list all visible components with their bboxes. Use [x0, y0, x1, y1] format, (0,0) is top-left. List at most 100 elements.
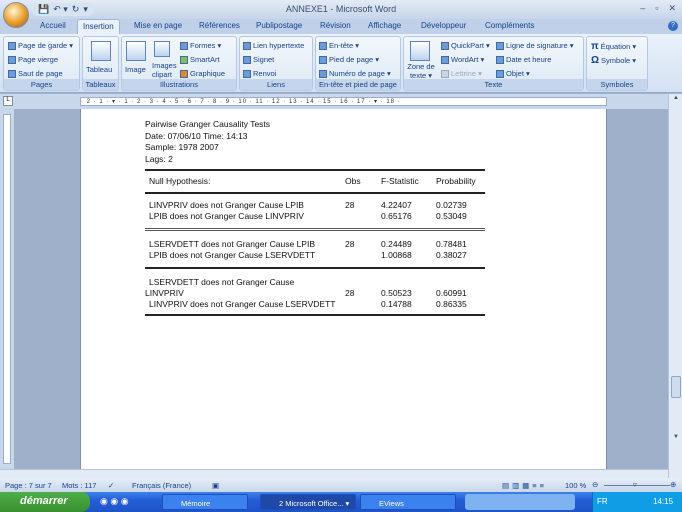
taskbar-word[interactable]: 2 Microsoft Office... ▾	[260, 494, 356, 510]
group-label: Pages	[4, 79, 79, 90]
graphique-button[interactable]: Graphique	[180, 69, 225, 78]
cell-hypothesis: LSERVDETT does not Granger Cause LPIB	[149, 239, 315, 249]
zoom-in-icon[interactable]: ⊕	[670, 480, 676, 489]
group-pages: Page de garde ▾ Page vierge Saut de page…	[3, 36, 80, 91]
signet-button[interactable]: Signet	[243, 55, 274, 64]
media-toolbar[interactable]	[465, 494, 575, 510]
symbole-button[interactable]: Ω Symbole ▾	[591, 55, 636, 66]
cell-probability: 0.53049	[436, 211, 467, 221]
wordart-button[interactable]: WordArt ▾	[441, 55, 484, 64]
cell-hypothesis: LSERVDETT does not Granger Cause	[149, 277, 295, 287]
equation-button[interactable]: π Équation ▾	[591, 41, 636, 52]
table-divider	[145, 228, 485, 231]
page-count[interactable]: Page : 7 sur 7	[5, 481, 52, 490]
header-icon	[319, 41, 327, 50]
images-clipart-button[interactable]: Images clipart	[152, 61, 178, 79]
group-label: En-tête et pied de page	[316, 79, 400, 90]
col-probability: Probability	[436, 176, 476, 186]
cover-page-icon	[8, 41, 16, 50]
date-et-heure-button[interactable]: Date et heure	[496, 55, 551, 64]
zoom-slider[interactable]	[604, 485, 670, 486]
group-entete-pied: En-tête ▾ Pied de page ▾ Numéro de page …	[315, 36, 401, 91]
tab-publipostage[interactable]: Publipostage	[256, 21, 302, 30]
quickpart-button[interactable]: QuickPart ▾	[441, 41, 490, 50]
tab-complements[interactable]: Compléments	[485, 21, 534, 30]
table-row: LPIB does not Granger Cause LINVPRIV 0.65…	[145, 211, 485, 222]
view-buttons[interactable]: ▤▥▦≡≡	[502, 481, 547, 490]
table-row: LSERVDETT does not Granger Cause	[145, 277, 485, 288]
object-icon	[496, 69, 504, 78]
scroll-up-icon[interactable]: ▲	[670, 95, 682, 106]
objet-button[interactable]: Objet ▾	[496, 69, 530, 78]
ligne-de-signature-button[interactable]: Ligne de signature ▾	[496, 41, 574, 50]
taskbar-memoire[interactable]: Mémoire	[162, 494, 248, 510]
maximize-button[interactable]: ▫	[655, 3, 658, 14]
zoom-level[interactable]: 100 %	[565, 481, 586, 490]
table-row: LINVPRIV 28 0.50523 0.60991	[145, 288, 485, 299]
smartart-button[interactable]: SmartArt	[180, 55, 220, 64]
col-obs: Obs	[345, 176, 361, 186]
word-count[interactable]: Mots : 117	[62, 481, 96, 490]
lettrine-button[interactable]: Lettrine ▾	[441, 69, 482, 78]
shapes-icon	[180, 41, 188, 50]
zone-de-texte-button[interactable]: Zone de texte ▾	[406, 62, 436, 80]
quickpart-icon	[441, 41, 449, 50]
cell-f-statistic: 0.24489	[381, 239, 412, 249]
tab-accueil[interactable]: Accueil	[40, 21, 66, 30]
scroll-thumb[interactable]	[671, 376, 681, 398]
tab-developpeur[interactable]: Développeur	[421, 21, 466, 30]
drop-cap-icon	[441, 69, 449, 78]
tab-references[interactable]: Références	[199, 21, 240, 30]
tab-selector[interactable]: L	[3, 96, 13, 106]
zoom-slider-thumb[interactable]: ▿	[633, 480, 637, 489]
table-row: LINVPRIV does not Granger Cause LPIB 28 4.…	[145, 200, 485, 211]
col-f-statistic: F-Statistic	[381, 176, 419, 186]
output-date: Date: 07/06/10 Time: 14:13	[145, 130, 248, 141]
tab-affichage[interactable]: Affichage	[368, 21, 401, 30]
group-liens: Lien hypertexte Signet Renvoi Liens	[239, 36, 313, 91]
tableau-button[interactable]: Tableau	[86, 65, 112, 74]
tab-revision[interactable]: Révision	[320, 21, 351, 30]
cell-probability: 0.02739	[436, 200, 467, 210]
start-button[interactable]: démarrer	[0, 492, 90, 512]
formes-button[interactable]: Formes ▾	[180, 41, 221, 50]
en-tete-button[interactable]: En-tête ▾	[319, 41, 359, 50]
saut-de-page-button[interactable]: Saut de page	[8, 69, 63, 78]
tab-insertion[interactable]: Insertion	[77, 19, 120, 35]
cell-hypothesis: LPIB does not Granger Cause LSERVDETT	[149, 250, 316, 260]
clipart-icon	[154, 41, 170, 57]
office-button[interactable]	[3, 2, 29, 28]
wordart-icon	[441, 55, 449, 64]
quick-launch-icons[interactable]: ◉ ◉ ◉	[100, 496, 129, 507]
output-sample: Sample: 1978 2007	[145, 142, 219, 152]
close-button[interactable]: ✕	[668, 3, 676, 14]
horizontal-scrollbar[interactable]	[0, 469, 668, 478]
language-indicator[interactable]: FR	[597, 497, 608, 506]
zoom-out-icon[interactable]: ⊖	[592, 480, 598, 489]
cell-probability: 0.60991	[436, 288, 467, 298]
taskbar-eviews[interactable]: EViews	[360, 494, 456, 510]
page-vierge-button[interactable]: Page vierge	[8, 55, 58, 64]
group-label: Illustrations	[122, 79, 236, 90]
minimize-button[interactable]: –	[640, 3, 645, 14]
hyperlink-icon	[243, 41, 251, 50]
macro-icon[interactable]: ▣	[212, 481, 219, 490]
table-row: LSERVDETT does not Granger Cause LPIB 28 0…	[145, 239, 485, 250]
bookmark-icon	[243, 55, 251, 64]
pied-de-page-button[interactable]: Pied de page ▾	[319, 55, 379, 64]
spellcheck-icon[interactable]: ✓	[108, 481, 114, 490]
horizontal-ruler[interactable]: L · 2 · 1 · ▾ · 1 · 2 · 3 · 4 · 5 · 6 · …	[0, 94, 682, 109]
language[interactable]: Français (France)	[132, 481, 191, 490]
group-illustrations: Image Images clipart Formes ▾ SmartArt G…	[121, 36, 237, 91]
numero-de-page-button[interactable]: Numéro de page ▾	[319, 69, 391, 78]
page-de-garde-button[interactable]: Page de garde ▾	[8, 41, 73, 50]
calendar-icon	[496, 55, 504, 64]
lien-hypertexte-button[interactable]: Lien hypertexte	[243, 41, 304, 50]
help-icon[interactable]: ?	[668, 21, 678, 31]
vertical-scrollbar[interactable]: ▲ ▼	[668, 94, 682, 478]
image-button[interactable]: Image	[125, 65, 146, 74]
tab-mise-en-page[interactable]: Mise en page	[134, 21, 182, 30]
scroll-down-icon[interactable]: ▼	[670, 434, 682, 445]
renvoi-button[interactable]: Renvoi	[243, 69, 276, 78]
cell-hypothesis: LINVPRIV	[145, 288, 184, 298]
